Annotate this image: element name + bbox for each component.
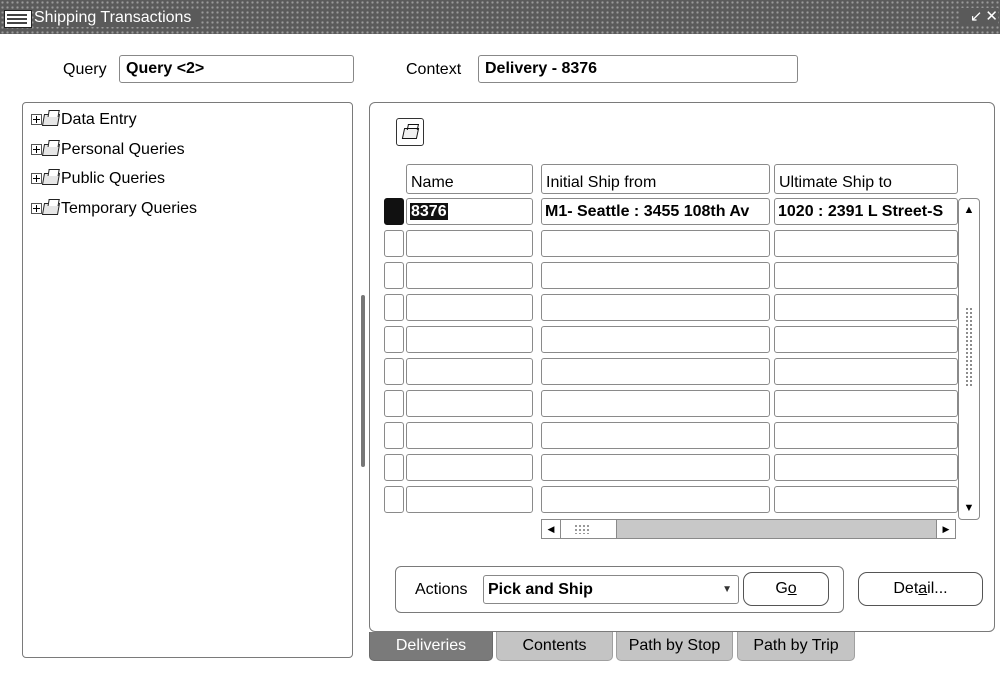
cell-name[interactable] bbox=[406, 230, 533, 257]
cell-name[interactable] bbox=[406, 326, 533, 353]
tree-item-personal-queries[interactable]: Personal Queries bbox=[31, 139, 185, 161]
cell-ultimate-ship-to[interactable] bbox=[774, 326, 958, 353]
expand-icon[interactable] bbox=[31, 203, 42, 215]
row-selector[interactable] bbox=[384, 326, 404, 353]
tab-path-by-stop[interactable]: Path by Stop bbox=[616, 632, 733, 661]
folder-icon bbox=[41, 143, 61, 156]
cell-ultimate-ship-to[interactable] bbox=[774, 390, 958, 417]
cell-ultimate-ship-to[interactable] bbox=[774, 486, 958, 513]
tree-item-label: Temporary Queries bbox=[61, 200, 198, 217]
oracle-app-icon bbox=[4, 10, 32, 28]
scroll-grip-icon[interactable] bbox=[574, 524, 590, 534]
cell-ultimate-ship-to[interactable]: 1020 : 2391 L Street-S bbox=[774, 198, 958, 225]
row-selector[interactable] bbox=[384, 422, 404, 449]
expand-icon[interactable] bbox=[31, 144, 42, 156]
cell-name-text: 8376 bbox=[410, 203, 448, 220]
cell-initial-ship-from[interactable]: M1- Seattle : 3455 108th Av bbox=[541, 198, 770, 225]
cell-name[interactable] bbox=[406, 294, 533, 321]
window-title-bar: Shipping Transactions ↙ ✕ bbox=[0, 0, 1000, 34]
query-tree-panel: Data Entry Personal Queries Public Queri… bbox=[22, 102, 353, 658]
row-selector[interactable] bbox=[384, 198, 404, 225]
cell-name[interactable] bbox=[406, 390, 533, 417]
detail-button-mnemonic: a bbox=[918, 580, 928, 597]
folder-open-icon bbox=[401, 128, 420, 139]
row-selector[interactable] bbox=[384, 294, 404, 321]
context-field[interactable]: Delivery - 8376 bbox=[478, 55, 798, 83]
open-folder-button[interactable] bbox=[396, 118, 424, 146]
tab-deliveries[interactable]: Deliveries bbox=[369, 632, 493, 661]
cell-ultimate-ship-to[interactable] bbox=[774, 358, 958, 385]
actions-select-value: Pick and Ship bbox=[488, 581, 593, 598]
row-selector[interactable] bbox=[384, 358, 404, 385]
actions-select[interactable]: Pick and Ship ▼ bbox=[483, 575, 739, 604]
window-controls: ↙ ✕ bbox=[960, 8, 998, 26]
dropdown-arrow-icon[interactable]: ▼ bbox=[722, 576, 732, 603]
column-header-initial-ship-from[interactable]: Initial Ship from bbox=[541, 164, 770, 194]
row-selector[interactable] bbox=[384, 454, 404, 481]
cell-ultimate-ship-to[interactable] bbox=[774, 422, 958, 449]
vertical-scrollbar[interactable]: ▲ ▼ bbox=[958, 198, 980, 520]
expand-icon[interactable] bbox=[31, 114, 42, 126]
cell-ultimate-ship-to[interactable] bbox=[774, 454, 958, 481]
scroll-right-icon[interactable]: ▶ bbox=[936, 520, 955, 538]
cell-ultimate-ship-to[interactable] bbox=[774, 230, 958, 257]
cell-initial-ship-from[interactable] bbox=[541, 390, 770, 417]
detail-button-label-suffix: il... bbox=[927, 580, 948, 597]
go-button-label: G bbox=[775, 580, 788, 597]
column-header-ultimate-ship-to[interactable]: Ultimate Ship to bbox=[774, 164, 958, 194]
detail-button-label: Det bbox=[893, 580, 919, 597]
scroll-grip-icon[interactable] bbox=[965, 307, 973, 387]
cell-ultimate-ship-to[interactable] bbox=[774, 294, 958, 321]
folder-icon bbox=[41, 113, 61, 126]
query-label: Query bbox=[63, 61, 107, 78]
scroll-down-icon[interactable]: ▼ bbox=[959, 499, 979, 517]
cell-name[interactable] bbox=[406, 422, 533, 449]
tree-item-data-entry[interactable]: Data Entry bbox=[31, 109, 137, 131]
go-button[interactable]: Go bbox=[743, 572, 829, 606]
context-label: Context bbox=[406, 61, 462, 78]
query-field[interactable]: Query <2> bbox=[119, 55, 354, 83]
scroll-left-icon[interactable]: ◀ bbox=[542, 520, 561, 538]
cell-initial-ship-from[interactable] bbox=[541, 326, 770, 353]
actions-label: Actions bbox=[415, 581, 468, 598]
expand-icon[interactable] bbox=[31, 173, 42, 185]
tab-path-by-trip[interactable]: Path by Trip bbox=[737, 632, 855, 661]
detail-button[interactable]: Detail... bbox=[858, 572, 983, 606]
tree-item-label: Data Entry bbox=[61, 111, 137, 128]
folder-icon bbox=[41, 172, 61, 185]
pane-splitter[interactable] bbox=[361, 295, 365, 467]
row-selector[interactable] bbox=[384, 390, 404, 417]
row-selector[interactable] bbox=[384, 262, 404, 289]
cell-initial-ship-from[interactable] bbox=[541, 422, 770, 449]
cell-name[interactable]: 8376 bbox=[406, 198, 533, 225]
horizontal-scrollbar[interactable]: ◀ ▶ bbox=[541, 519, 956, 539]
folder-icon bbox=[41, 202, 61, 215]
row-selector[interactable] bbox=[384, 486, 404, 513]
close-icon[interactable]: ✕ bbox=[985, 8, 998, 25]
scroll-up-icon[interactable]: ▲ bbox=[959, 201, 979, 219]
cell-name[interactable] bbox=[406, 486, 533, 513]
cell-initial-ship-from[interactable] bbox=[541, 454, 770, 481]
cell-initial-ship-from[interactable] bbox=[541, 486, 770, 513]
cell-name[interactable] bbox=[406, 262, 533, 289]
cell-name[interactable] bbox=[406, 454, 533, 481]
cell-initial-ship-from[interactable] bbox=[541, 294, 770, 321]
tree-item-public-queries[interactable]: Public Queries bbox=[31, 168, 165, 190]
window-title: Shipping Transactions bbox=[34, 9, 200, 27]
column-header-name[interactable]: Name bbox=[406, 164, 533, 194]
tree-item-label: Personal Queries bbox=[61, 141, 185, 158]
tree-item-temporary-queries[interactable]: Temporary Queries bbox=[31, 198, 197, 220]
go-button-mnemonic: o bbox=[787, 580, 797, 597]
cell-ultimate-ship-to[interactable] bbox=[774, 262, 958, 289]
tab-contents[interactable]: Contents bbox=[496, 632, 613, 661]
cell-initial-ship-from[interactable] bbox=[541, 358, 770, 385]
cell-initial-ship-from[interactable] bbox=[541, 262, 770, 289]
minimize-icon[interactable]: ↙ bbox=[970, 8, 983, 25]
cell-initial-ship-from[interactable] bbox=[541, 230, 770, 257]
tree-item-label: Public Queries bbox=[61, 170, 166, 187]
row-selector[interactable] bbox=[384, 230, 404, 257]
cell-name[interactable] bbox=[406, 358, 533, 385]
